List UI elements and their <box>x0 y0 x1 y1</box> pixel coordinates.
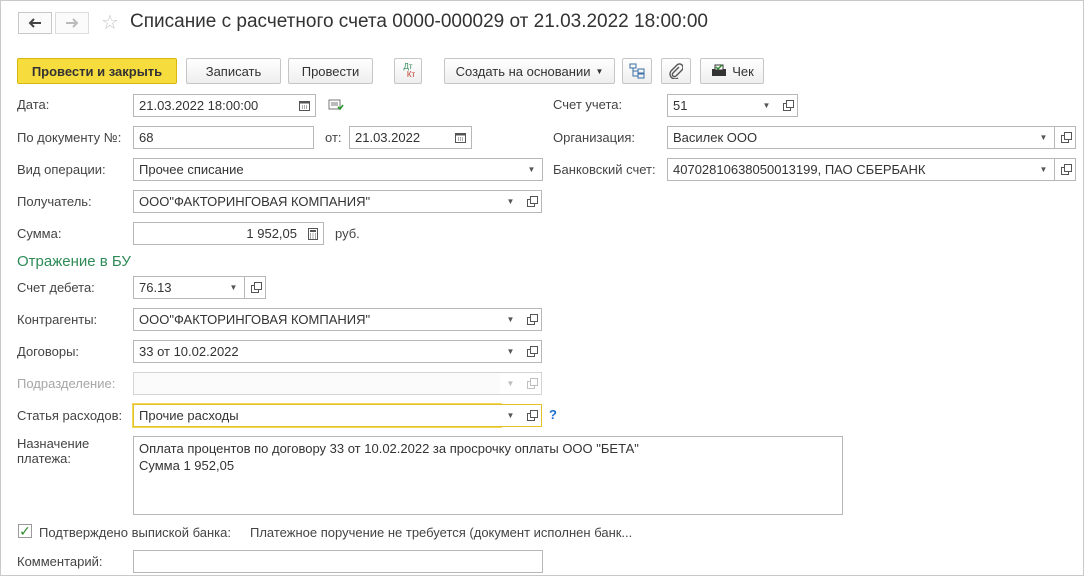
recipient-label: Получатель: <box>17 194 92 209</box>
contracts-open-button[interactable] <box>521 340 542 363</box>
open-icon <box>782 100 794 111</box>
amount-label: Сумма: <box>17 226 62 241</box>
dt-kt-icon-bottom: Кт <box>406 70 416 79</box>
open-icon <box>526 314 538 325</box>
debit-account-label: Счет дебета: <box>17 280 95 295</box>
counterparties-field[interactable]: ООО"ФАКТОРИНГОВАЯ КОМПАНИЯ" <box>133 308 501 331</box>
doc-date-field[interactable]: 21.03.2022 <box>349 126 451 149</box>
department-label: Подразделение: <box>17 376 116 391</box>
create-based-on-button[interactable]: Создать на основании ▼ <box>444 58 615 84</box>
help-icon[interactable]: ? <box>549 407 557 422</box>
expense-item-dropdown-button[interactable]: ▼ <box>500 404 522 427</box>
open-icon <box>526 378 538 389</box>
debit-account-field[interactable]: 76.13 <box>133 276 224 299</box>
operation-label: Вид операции: <box>17 162 106 177</box>
recipient-open-button[interactable] <box>521 190 542 213</box>
comment-field[interactable] <box>133 550 543 573</box>
confirmed-checkbox[interactable]: ✓ <box>18 524 32 538</box>
check-label: Чек <box>732 63 754 79</box>
open-icon <box>526 410 538 421</box>
date-field[interactable]: 21.03.2022 18:00:00 <box>133 94 295 117</box>
attach-button[interactable] <box>661 58 691 84</box>
open-icon <box>526 346 538 357</box>
operation-dropdown-button[interactable]: ▼ <box>521 158 543 181</box>
page-title: Списание с расчетного счета 0000-000029 … <box>130 11 708 32</box>
account-dropdown-button[interactable]: ▼ <box>756 94 778 117</box>
payment-purpose-label: Назначение платежа: <box>17 436 89 466</box>
comment-label: Комментарий: <box>17 554 103 569</box>
date-label: Дата: <box>17 97 50 112</box>
calendar-icon <box>299 101 310 111</box>
bank-account-label: Банковский счет: <box>553 162 656 177</box>
calendar-icon <box>455 133 466 143</box>
counterparties-label: Контрагенты: <box>17 312 98 327</box>
forward-button[interactable] <box>55 12 89 34</box>
star-icon[interactable]: ☆ <box>101 12 119 34</box>
organization-label: Организация: <box>553 130 636 145</box>
account-field[interactable]: 51 <box>667 94 757 117</box>
paperclip-icon <box>669 63 683 79</box>
account-open-button[interactable] <box>777 94 798 117</box>
hierarchy-icon <box>629 63 645 79</box>
post-and-close-button[interactable]: Провести и закрыть <box>17 58 177 84</box>
amount-field[interactable]: 1 952,05 <box>133 222 303 245</box>
department-dropdown-button: ▼ <box>500 372 522 395</box>
department-open-button <box>521 372 542 395</box>
debit-account-open-button[interactable] <box>245 276 266 299</box>
calculator-icon <box>307 227 318 240</box>
open-icon <box>1060 164 1072 175</box>
calculator-button[interactable] <box>302 222 324 245</box>
edit-date-icon[interactable] <box>328 98 344 115</box>
organization-open-button[interactable] <box>1055 126 1076 149</box>
back-button[interactable] <box>18 12 52 34</box>
arrow-left-icon <box>28 18 41 28</box>
bank-account-dropdown-button[interactable]: ▼ <box>1033 158 1055 181</box>
expense-item-open-button[interactable] <box>521 404 542 427</box>
payment-purpose-textarea[interactable]: Оплата процентов по договору 33 от 10.02… <box>133 436 843 515</box>
payment-purpose-line2: Сумма 1 952,05 <box>139 458 235 473</box>
contracts-dropdown-button[interactable]: ▼ <box>500 340 522 363</box>
date-calendar-button[interactable] <box>294 94 316 117</box>
account-label: Счет учета: <box>553 97 623 112</box>
recipient-field[interactable]: ООО"ФАКТОРИНГОВАЯ КОМПАНИЯ" <box>133 190 501 213</box>
doc-date-calendar-button[interactable] <box>450 126 472 149</box>
confirmed-label: Подтверждено выпиской банка: <box>39 525 231 540</box>
arrow-right-icon <box>66 18 79 28</box>
contracts-label: Договоры: <box>17 344 80 359</box>
payment-purpose-line1: Оплата процентов по договору 33 от 10.02… <box>139 441 639 456</box>
department-field <box>133 372 501 395</box>
organization-field[interactable]: Василек ООО <box>667 126 1034 149</box>
bank-account-field[interactable]: 40702810638050013199, ПАО СБЕРБАНК <box>667 158 1034 181</box>
payment-purpose-label-line2: платежа: <box>17 451 71 466</box>
expense-item-field[interactable]: Прочие расходы <box>133 404 501 427</box>
debit-account-dropdown-button[interactable]: ▼ <box>223 276 245 299</box>
operation-field[interactable]: Прочее списание <box>133 158 522 181</box>
open-icon <box>1060 132 1072 143</box>
doc-date-label: от: <box>325 130 342 145</box>
post-button[interactable]: Провести <box>288 58 373 84</box>
open-icon <box>250 282 262 293</box>
currency-label: руб. <box>335 226 360 241</box>
payment-purpose-label-line1: Назначение <box>17 436 90 451</box>
dt-kt-button[interactable]: Дт Кт <box>394 58 422 84</box>
structure-button[interactable] <box>622 58 652 84</box>
recipient-dropdown-button[interactable]: ▼ <box>500 190 522 213</box>
open-icon <box>526 196 538 207</box>
doc-number-label: По документу №: <box>17 130 122 145</box>
chevron-down-icon: ▼ <box>595 66 604 76</box>
save-button[interactable]: Записать <box>186 58 281 84</box>
counterparties-dropdown-button[interactable]: ▼ <box>500 308 522 331</box>
section-title-bu: Отражение в БУ <box>17 253 131 270</box>
expense-item-label: Статья расходов: <box>17 408 123 423</box>
check-button[interactable]: Чек <box>700 58 764 84</box>
create-based-on-label: Создать на основании <box>455 63 591 79</box>
printer-icon <box>712 64 727 76</box>
organization-dropdown-button[interactable]: ▼ <box>1033 126 1055 149</box>
bank-account-open-button[interactable] <box>1055 158 1076 181</box>
doc-number-field[interactable]: 68 <box>133 126 314 149</box>
contracts-field[interactable]: 33 от 10.02.2022 <box>133 340 501 363</box>
counterparties-open-button[interactable] <box>521 308 542 331</box>
payment-order-status: Платежное поручение не требуется (докуме… <box>250 525 633 540</box>
